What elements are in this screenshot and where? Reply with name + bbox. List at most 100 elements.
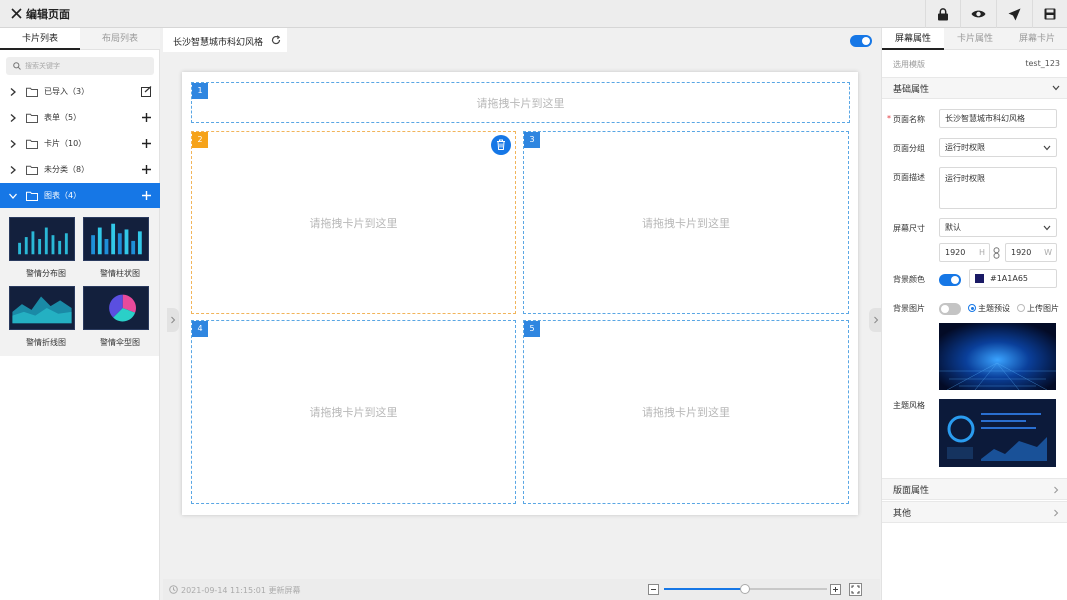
folder-icon — [26, 139, 38, 149]
thumbnail-card[interactable]: 警情分布图 — [9, 217, 83, 279]
tree-item-charts[interactable]: 图表（4） — [0, 183, 160, 208]
thumbnail-card[interactable]: 警情伞型图 — [83, 286, 157, 348]
tab-card-list[interactable]: 卡片列表 — [0, 28, 80, 50]
plus-icon[interactable] — [141, 164, 152, 175]
theme-preview-image[interactable] — [939, 399, 1056, 467]
slot-placeholder: 请拖拽卡片到这里 — [642, 216, 730, 230]
zoom-slider-handle[interactable] — [740, 584, 750, 594]
bg-color-toggle[interactable] — [939, 274, 961, 286]
plus-icon — [833, 587, 838, 592]
chevron-right-icon — [1054, 509, 1059, 517]
tab-card-props[interactable]: 卡片属性 — [944, 28, 1006, 50]
radio-upload-label: 上传图片 — [1027, 304, 1059, 313]
screen-size-value: 默认 — [945, 223, 961, 232]
height-input[interactable]: 1920 H — [939, 243, 990, 262]
width-value: 1920 — [1011, 248, 1032, 257]
close-icon[interactable] — [10, 7, 23, 20]
fit-screen-button[interactable] — [849, 583, 862, 596]
plus-icon[interactable] — [141, 112, 152, 123]
page-group-select[interactable]: 运行时权限 — [939, 138, 1057, 157]
tree-item-label: 已导入（3） — [44, 87, 90, 96]
slot-placeholder: 请拖拽卡片到这里 — [476, 96, 565, 110]
slot-number: 2 — [192, 132, 208, 148]
drop-slot-3[interactable]: 3 请拖拽卡片到这里 — [523, 131, 849, 314]
search-input[interactable]: 搜索关键字 — [6, 57, 154, 75]
plus-icon[interactable] — [141, 190, 152, 201]
required-mark: * — [887, 114, 891, 123]
slot-number: 3 — [524, 132, 540, 148]
canvas-tab[interactable]: 长沙智慧城市科幻风格 — [163, 28, 287, 52]
page-title: 编辑页面 — [26, 8, 70, 21]
section-title: 其他 — [893, 508, 912, 519]
tree-item-imported[interactable]: 已导入（3） — [0, 79, 160, 104]
drop-slot-1[interactable]: 1 请拖拽卡片到这里 — [191, 82, 850, 123]
thumbnail-card[interactable]: 警情柱状图 — [83, 217, 157, 279]
background-preview-image[interactable] — [939, 323, 1056, 390]
chart-thumbnails: 警情分布图 警情柱状图 警情折线图 警情伞型图 — [0, 208, 159, 356]
layout-canvas: 1 请拖拽卡片到这里 2 请拖拽卡片到这里 3 请拖拽卡片到这里 4 请拖拽卡片… — [182, 72, 858, 515]
slot-number: 4 — [192, 321, 208, 337]
folder-icon — [26, 191, 38, 201]
radio-preset[interactable] — [968, 304, 976, 312]
height-unit: H — [978, 248, 985, 257]
thumbnail-label: 警情折线图 — [26, 338, 66, 347]
delete-slot-button[interactable] — [491, 135, 511, 155]
zoom-in-button[interactable] — [830, 584, 841, 595]
thumbnail-label: 警情柱状图 — [100, 269, 140, 278]
canvas-toggle[interactable] — [850, 35, 872, 47]
thumbnail-card[interactable]: 警情折线图 — [9, 286, 83, 348]
screen-size-select[interactable]: 默认 — [939, 218, 1057, 237]
bg-image-toggle[interactable] — [939, 303, 961, 315]
radio-upload[interactable] — [1017, 304, 1025, 312]
chevron-right-icon — [874, 316, 879, 324]
link-icon[interactable] — [993, 247, 1000, 259]
tree-item-label: 卡片（10） — [44, 139, 87, 148]
bar-chart-thumbnail — [9, 217, 75, 261]
folder-icon — [26, 87, 38, 97]
radio-preset-label: 主题预设 — [978, 304, 1010, 313]
page-name-input[interactable]: 长沙智慧城市科幻风格 — [939, 109, 1057, 128]
screen-size-label: 屏幕尺寸 — [893, 224, 925, 233]
section-layout[interactable]: 版面属性 — [882, 478, 1067, 500]
column-chart-thumbnail — [83, 217, 149, 261]
chevron-down-icon — [1052, 85, 1060, 91]
collapse-left-handle[interactable] — [167, 308, 179, 332]
tree-item-label: 图表（4） — [44, 191, 82, 200]
save-icon — [1044, 8, 1056, 20]
section-other[interactable]: 其他 — [882, 501, 1067, 523]
template-value[interactable]: test_123 — [1025, 59, 1060, 68]
drop-slot-5[interactable]: 5 请拖拽卡片到这里 — [523, 320, 849, 504]
tree-item-uncategorized[interactable]: 未分类（8） — [0, 157, 160, 182]
drop-slot-4[interactable]: 4 请拖拽卡片到这里 — [191, 320, 516, 504]
zoom-out-button[interactable] — [648, 584, 659, 595]
chevron-right-icon — [10, 165, 16, 174]
tab-layout-list[interactable]: 布局列表 — [80, 28, 160, 50]
tree-item-cards[interactable]: 卡片（10） — [0, 131, 160, 156]
collapse-right-handle[interactable] — [869, 308, 881, 332]
publish-button[interactable] — [996, 0, 1031, 28]
height-value: 1920 — [945, 248, 966, 257]
lock-button[interactable] — [925, 0, 960, 28]
drop-slot-2[interactable]: 2 请拖拽卡片到这里 — [191, 131, 516, 314]
bg-color-input[interactable]: #1A1A65 — [969, 269, 1057, 288]
page-desc-textarea[interactable]: 运行时权限 — [939, 167, 1057, 209]
canvas-tab-title: 长沙智慧城市科幻风格 — [173, 38, 264, 48]
section-basic[interactable]: 基础属性 — [882, 77, 1067, 99]
color-swatch[interactable] — [975, 274, 984, 283]
import-icon[interactable] — [141, 86, 152, 97]
plus-icon[interactable] — [141, 138, 152, 149]
tab-screen-props[interactable]: 屏幕属性 — [882, 28, 944, 50]
tree-item-forms[interactable]: 表单（5） — [0, 105, 160, 130]
save-button[interactable] — [1032, 0, 1067, 28]
template-label: 选用模版 — [893, 60, 925, 69]
zoom-slider[interactable] — [664, 584, 827, 594]
refresh-icon[interactable] — [271, 35, 281, 45]
page-group-label: 页面分组 — [893, 144, 925, 153]
width-input[interactable]: 1920 W — [1005, 243, 1057, 262]
folder-icon — [26, 113, 38, 123]
tab-screen-cards[interactable]: 屏幕卡片 — [1006, 28, 1067, 50]
preview-button[interactable] — [960, 0, 995, 28]
thumbnail-label: 警情伞型图 — [100, 338, 140, 347]
eye-icon — [971, 10, 985, 18]
slot-number: 5 — [524, 321, 540, 337]
